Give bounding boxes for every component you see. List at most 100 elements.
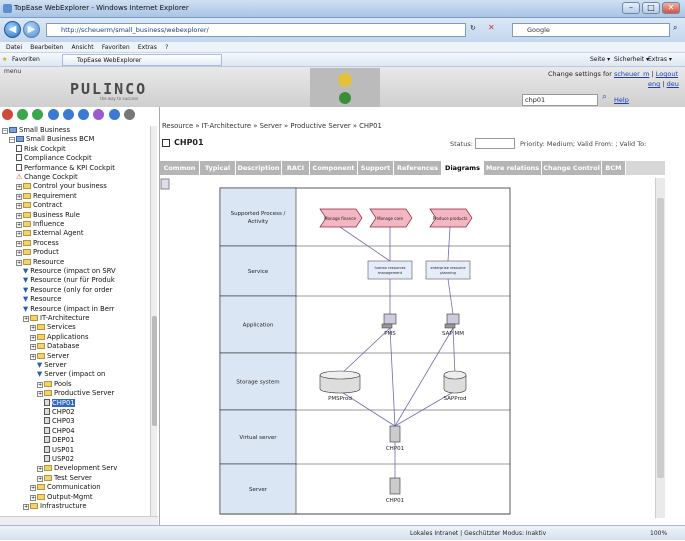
expand-icon[interactable]: +	[37, 466, 43, 473]
menu-label[interactable]: menu	[4, 68, 21, 75]
tab-typical[interactable]: Typical	[200, 161, 236, 175]
stop-icon[interactable]: ✕	[488, 23, 495, 32]
tool-security[interactable]: Sicherheit ▾	[614, 53, 649, 67]
expand-icon[interactable]: +	[37, 391, 43, 398]
tree-node[interactable]: + Control your business	[16, 182, 107, 191]
tree-node[interactable]: DEP01	[44, 436, 74, 445]
search-box[interactable]: Google	[512, 23, 670, 37]
print-icon[interactable]	[123, 109, 135, 120]
tree-node[interactable]: + Influence	[16, 220, 64, 229]
expand-icon[interactable]: +	[16, 203, 22, 210]
next-icon[interactable]	[62, 109, 74, 120]
tree-node[interactable]: + IT-Architecture	[23, 314, 89, 323]
expand-icon[interactable]: +	[37, 381, 43, 388]
status-select[interactable]	[475, 138, 515, 149]
tree-node[interactable]: ▼ Server (impact on	[37, 370, 105, 379]
lang-en-link[interactable]: eng	[648, 80, 660, 88]
tab-change-control[interactable]: Change Control	[542, 161, 602, 175]
tree-node[interactable]: + Applications	[30, 333, 89, 342]
tree-node[interactable]: + Pools	[37, 380, 72, 389]
lang-de-link[interactable]: deu	[667, 80, 679, 88]
maximize-button[interactable]: □	[642, 2, 660, 14]
tree-node[interactable]: + Requirement	[16, 192, 77, 201]
tree-node[interactable]: Performance & KPI Cockpit	[16, 163, 115, 173]
tool-page[interactable]: Seite ▾	[590, 53, 610, 67]
tab-more-relations[interactable]: More relations	[484, 161, 542, 175]
content-scrollbar[interactable]	[655, 178, 665, 518]
expand-icon[interactable]: +	[16, 222, 22, 228]
expand-icon[interactable]: +	[23, 504, 29, 510]
tree-node[interactable]: CHP01	[44, 398, 75, 408]
tree-node[interactable]: ▼ Resource (nur für Produk	[23, 276, 115, 285]
expand-icon[interactable]: +	[16, 240, 22, 247]
expand-icon[interactable]: −	[2, 128, 8, 134]
tree-node[interactable]: ▼ Resource	[23, 295, 61, 304]
tree-node[interactable]: + Development Serv	[37, 464, 117, 473]
expand-icon[interactable]: +	[30, 494, 36, 501]
magnifier-icon[interactable]: ⌕	[602, 92, 607, 102]
expand-icon[interactable]: +	[37, 475, 43, 482]
refresh-tree-icon[interactable]	[78, 109, 90, 120]
sidebar-scrollbar[interactable]	[150, 126, 157, 516]
tree-node[interactable]: + Infrastructure	[23, 502, 87, 511]
expand-icon[interactable]: +	[16, 259, 22, 266]
tree-node[interactable]: − Small Business	[2, 126, 70, 135]
expand-icon[interactable]: +	[16, 231, 22, 238]
tool-extras[interactable]: Extras ▾	[648, 53, 672, 67]
tree-node[interactable]: CHP04	[44, 426, 75, 436]
forward-button[interactable]: ▶	[23, 21, 40, 38]
expand-icon[interactable]: +	[16, 184, 22, 191]
scrollbar-thumb[interactable]	[152, 316, 157, 426]
expand-icon[interactable]: +	[16, 193, 22, 200]
expand-icon[interactable]: +	[23, 316, 29, 322]
menu-bearbeiten[interactable]: Bearbeiten	[30, 44, 63, 51]
tree-node[interactable]: ▼ Server	[37, 361, 67, 370]
home-icon[interactable]	[2, 109, 13, 120]
sidebar-hscrollbar[interactable]	[0, 516, 158, 525]
remove-icon[interactable]	[32, 109, 44, 120]
expand-icon[interactable]: +	[30, 344, 36, 351]
zoom-level[interactable]: 100%	[650, 526, 667, 541]
tree-node[interactable]: ⚠ Change Cockpit	[16, 173, 78, 182]
tree-node[interactable]: ▼ Resource (impact in Berr	[23, 305, 114, 314]
tree-node[interactable]: + Services	[30, 323, 76, 332]
minimize-button[interactable]: –	[622, 2, 640, 14]
menu-favoriten[interactable]: Favoriten	[102, 44, 130, 51]
tree-node[interactable]: CHP03	[44, 417, 75, 426]
back-button[interactable]: ◀	[4, 21, 21, 38]
tab-raci[interactable]: RACI	[282, 161, 310, 175]
tree-node[interactable]: + Product	[16, 248, 59, 257]
tree-node[interactable]: Compliance Cockpit	[16, 154, 92, 163]
tree-node[interactable]: + Business Rule	[16, 211, 80, 220]
expand-icon[interactable]: −	[9, 137, 15, 144]
menu-help[interactable]: ?	[165, 44, 168, 51]
menu-datei[interactable]: Datei	[6, 44, 22, 51]
menu-extras[interactable]: Extras	[138, 44, 157, 51]
help-link[interactable]: Help	[614, 96, 629, 104]
virtual-server-icon[interactable]	[389, 425, 401, 443]
tree-node[interactable]: − Small Business BCM	[9, 135, 94, 144]
expand-icon[interactable]: +	[30, 325, 36, 332]
service-box[interactable]	[367, 260, 413, 280]
address-bar[interactable]: http://scheuerm/small_business/webexplor…	[46, 23, 466, 37]
refresh-icon[interactable]: ↻	[470, 24, 476, 32]
content-scrollbar-thumb[interactable]	[657, 198, 664, 478]
browser-tab[interactable]: TopEase WebExplorer	[62, 54, 222, 66]
expand-icon[interactable]: +	[16, 212, 22, 219]
object-search-input[interactable]: chp01	[522, 94, 598, 106]
tab-diagrams[interactable]: Diagrams	[442, 161, 484, 175]
expand-icon[interactable]: +	[30, 353, 36, 360]
tab-common[interactable]: Common	[160, 161, 200, 175]
menu-ansicht[interactable]: Ansicht	[71, 44, 93, 51]
application-icon[interactable]	[446, 313, 460, 325]
tab-bcm[interactable]: BCM	[602, 161, 626, 175]
tree-node[interactable]: CHP02	[44, 408, 75, 417]
tree-node[interactable]: Risk Cockpit	[16, 144, 66, 154]
tab-support[interactable]: Support	[358, 161, 394, 175]
expand-icon[interactable]: +	[16, 250, 22, 257]
physical-server-icon[interactable]	[389, 477, 401, 495]
tab-references[interactable]: References	[394, 161, 442, 175]
filter-icon[interactable]	[93, 109, 105, 120]
tree-node[interactable]: + Database	[30, 342, 79, 351]
tree-node[interactable]: + Communication	[30, 483, 101, 492]
